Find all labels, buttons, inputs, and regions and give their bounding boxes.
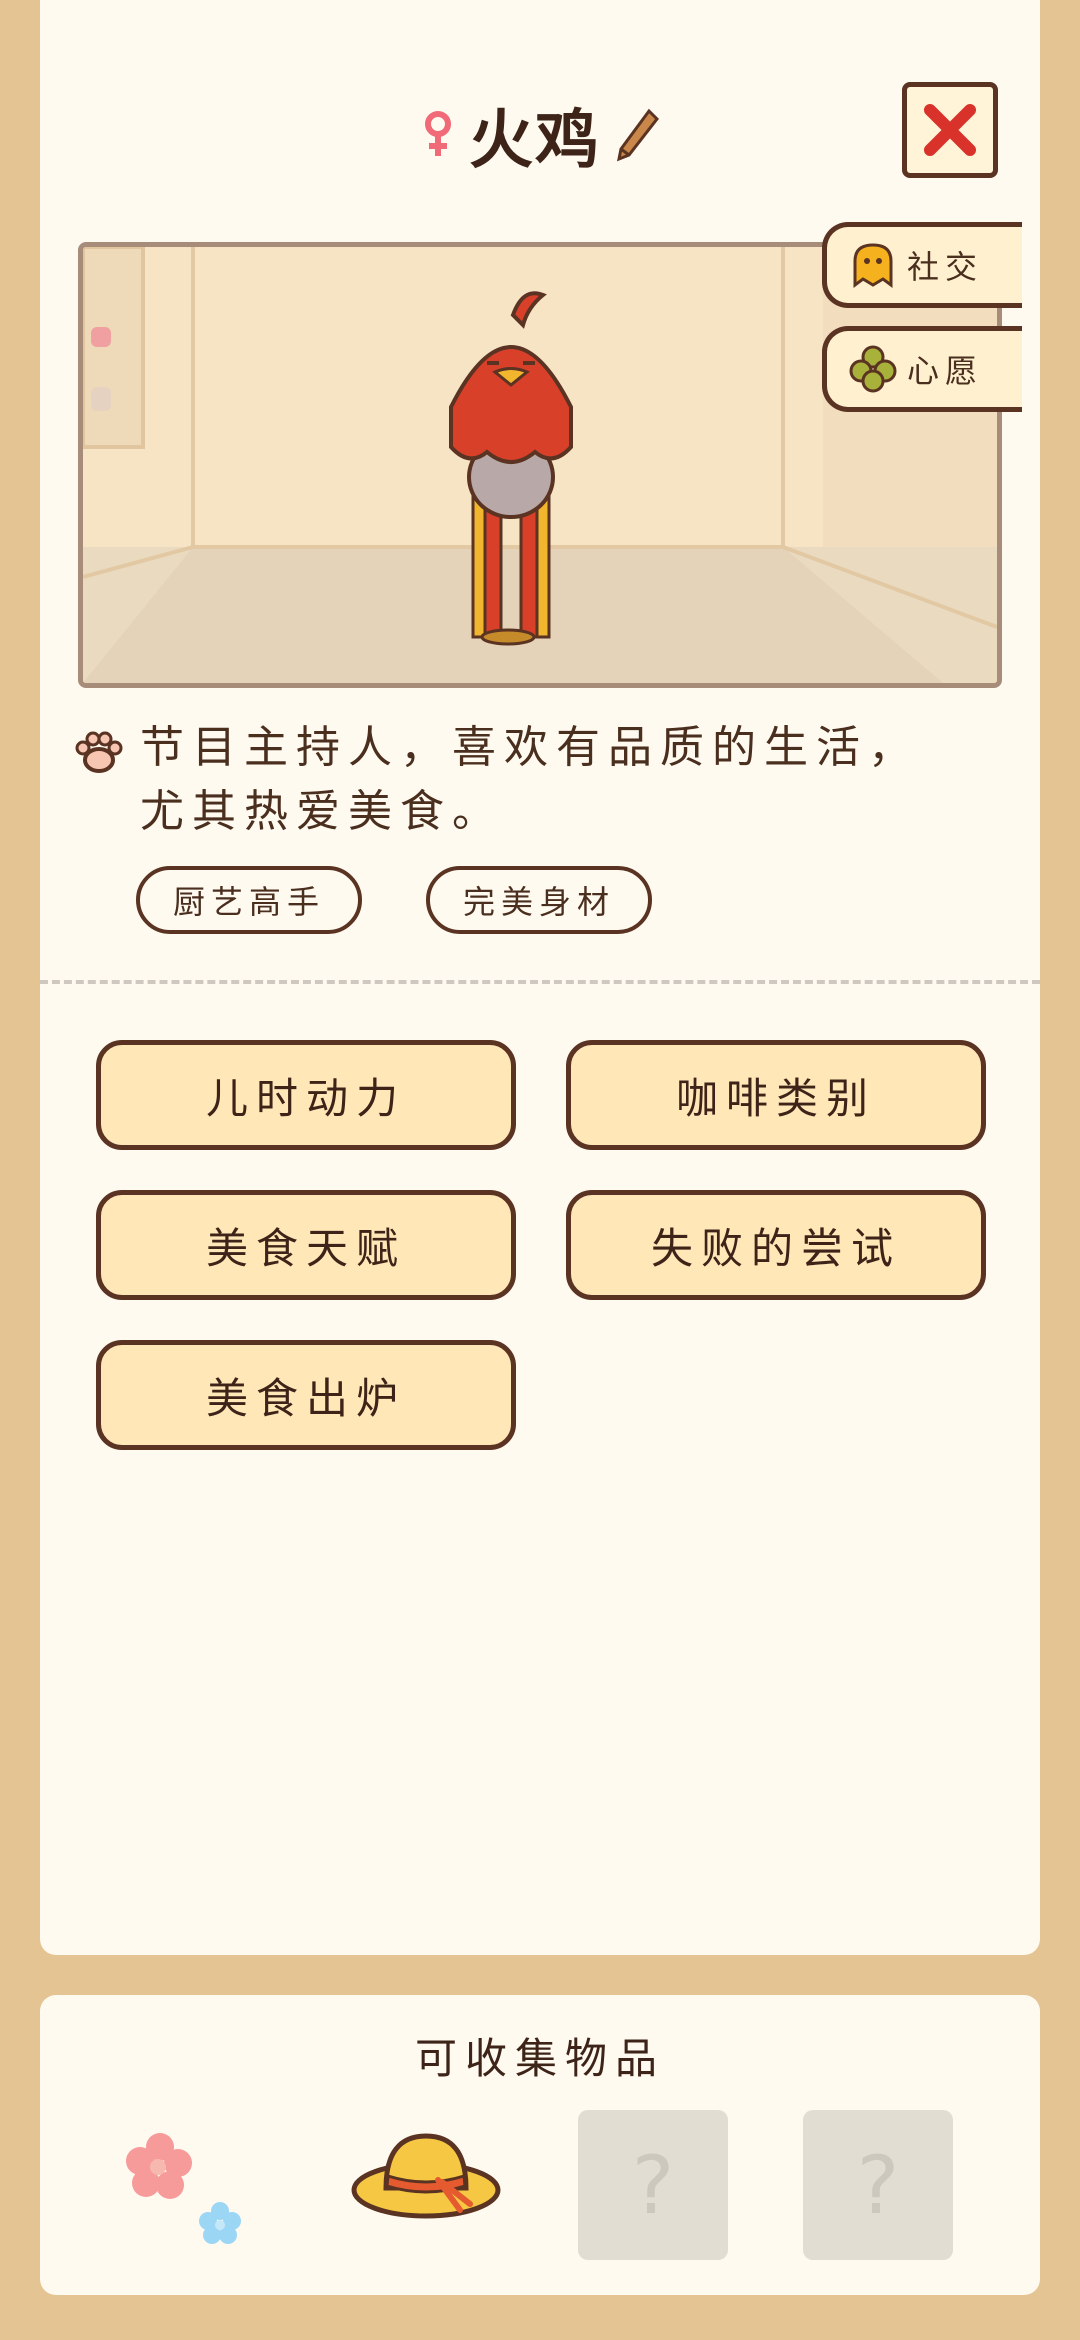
room-illustration bbox=[83, 247, 997, 683]
trait-tag: 厨艺高手 bbox=[136, 866, 362, 934]
ghost-icon bbox=[853, 243, 893, 288]
paw-icon bbox=[75, 731, 123, 773]
wish-button[interactable]: 心愿 bbox=[822, 326, 1022, 412]
story-button[interactable]: 美食天赋 bbox=[96, 1190, 516, 1300]
wish-label: 心愿 bbox=[907, 352, 984, 390]
question-mark: ? bbox=[631, 2138, 675, 2232]
locked-collectible-slot[interactable]: ? bbox=[803, 2110, 953, 2260]
trait-tag: 完美身材 bbox=[426, 866, 652, 934]
story-button[interactable]: 咖啡类别 bbox=[566, 1040, 986, 1150]
edit-name-icon[interactable] bbox=[615, 107, 659, 163]
social-label: 社交 bbox=[907, 248, 984, 286]
character-name: 火鸡 bbox=[469, 104, 601, 178]
female-icon bbox=[425, 111, 451, 156]
collectibles-title: 可收集物品 bbox=[414, 2034, 665, 2083]
description-line: 节目主持人，喜欢有品质的生活， bbox=[140, 722, 920, 773]
straw-hat-collectible-icon[interactable] bbox=[350, 2120, 510, 2250]
story-button[interactable]: 失败的尝试 bbox=[566, 1190, 986, 1300]
locked-collectible-slot[interactable]: ? bbox=[578, 2110, 728, 2260]
social-button[interactable]: 社交 bbox=[822, 222, 1022, 308]
collectibles-card: 可收集物品 ? ? bbox=[40, 1995, 1040, 2295]
clover-icon bbox=[849, 345, 897, 393]
question-mark: ? bbox=[856, 2138, 900, 2232]
title-row: 火鸡 bbox=[40, 85, 1040, 185]
close-button[interactable] bbox=[902, 82, 998, 178]
story-button[interactable]: 美食出炉 bbox=[96, 1340, 516, 1450]
section-divider bbox=[40, 980, 1040, 984]
close-icon bbox=[924, 104, 976, 156]
story-button[interactable]: 儿时动力 bbox=[96, 1040, 516, 1150]
character-room-scene bbox=[78, 242, 1002, 688]
description-line: 尤其热爱美食。 bbox=[140, 786, 504, 837]
character-profile-card: 火鸡 社交 心愿 节目主持人，喜欢有品质的生活， 尤其热爱美食。 厨艺高手 完美… bbox=[40, 0, 1040, 1955]
flower-collectible-icon[interactable] bbox=[120, 2125, 250, 2255]
character-description: 节目主持人，喜欢有品质的生活， 尤其热爱美食。 bbox=[140, 716, 960, 844]
